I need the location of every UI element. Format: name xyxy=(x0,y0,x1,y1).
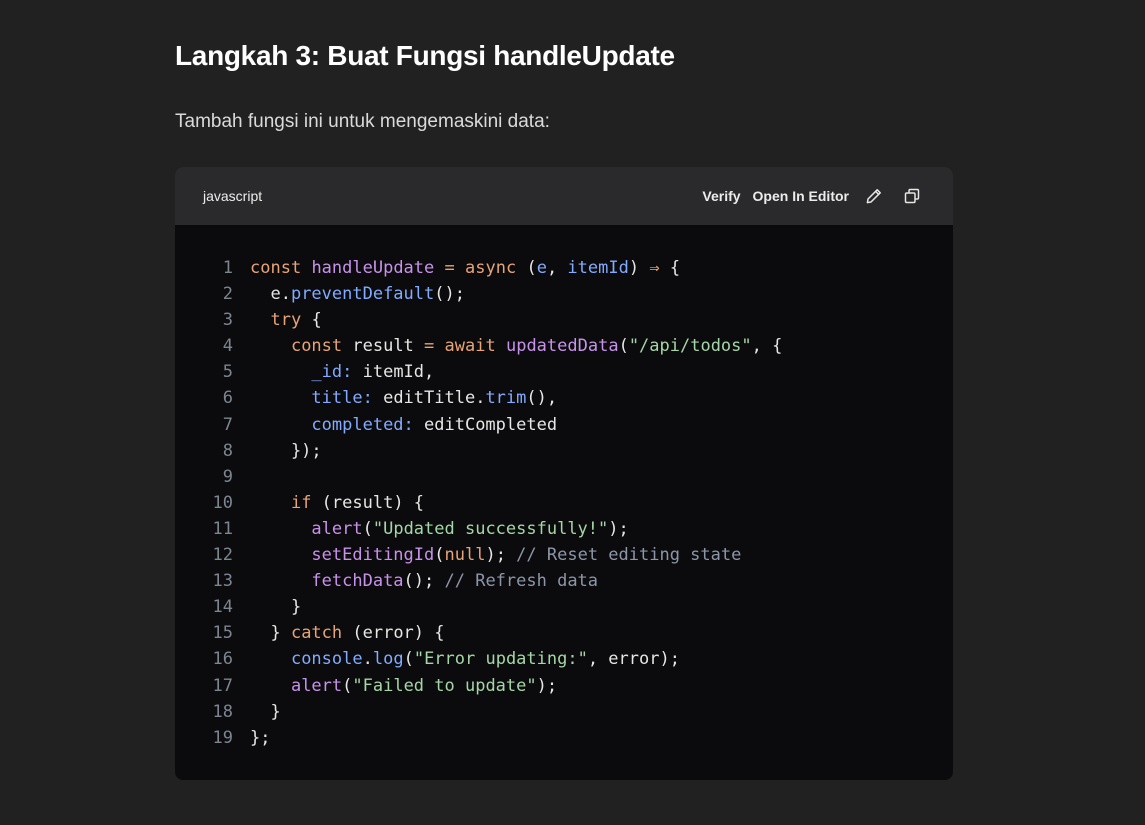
code-line: 19}; xyxy=(175,725,953,751)
code-line-text: completed: editCompleted xyxy=(311,414,558,435)
line-number: 19 xyxy=(212,727,233,748)
code-line: 2 e.preventDefault(); xyxy=(175,281,953,307)
line-number: 15 xyxy=(212,623,233,644)
code-line: 9 xyxy=(175,464,953,490)
line-number: 2 xyxy=(222,284,233,305)
copy-icon[interactable] xyxy=(899,183,925,209)
code-line-text: title: editTitle.trim(), xyxy=(311,388,558,409)
code-line-text: } xyxy=(250,597,302,618)
line-number: 6 xyxy=(222,388,233,409)
line-number: 18 xyxy=(212,701,233,722)
code-line-text: const handleUpdate = async (e, itemId) ⇒… xyxy=(250,258,681,278)
code-line: 5 _id: itemId, xyxy=(175,359,953,385)
code-line-text: try { xyxy=(270,310,322,331)
line-number: 12 xyxy=(212,545,233,566)
code-line: 10 if (result) { xyxy=(175,490,953,516)
code-line-text: console.log("Error updating:", error); xyxy=(290,649,680,670)
line-number: 5 xyxy=(222,362,233,383)
line-number: 11 xyxy=(212,518,233,539)
code-line-text: } catch (error) { xyxy=(250,623,445,644)
code-line-text: }; xyxy=(250,727,271,748)
code-line-text: e.preventDefault(); xyxy=(250,284,465,305)
code-line-text: _id: itemId, xyxy=(311,362,435,383)
code-actions: Verify Open In Editor xyxy=(690,183,925,209)
line-number: 4 xyxy=(222,336,233,357)
verify-button[interactable]: Verify xyxy=(702,188,740,204)
code-content[interactable]: 1 const handleUpdate = async (e, itemId) … xyxy=(175,225,953,751)
open-in-editor-button[interactable]: Open In Editor xyxy=(753,188,849,204)
code-block-header: javascript Verify Open In Editor xyxy=(175,167,953,225)
line-number: 16 xyxy=(212,649,233,670)
section-heading: Langkah 3: Buat Fungsi handleUpdate xyxy=(175,40,675,71)
code-language-label: javascript xyxy=(203,188,263,204)
line-number: 3 xyxy=(222,310,233,331)
code-line: 13 fetchData(); // Refresh data xyxy=(175,568,953,594)
code-line-text: fetchData(); // Refresh data xyxy=(311,571,599,592)
line-number: 1 xyxy=(222,258,233,278)
line-number: 10 xyxy=(212,492,233,513)
line-number: 17 xyxy=(212,675,233,696)
pencil-icon[interactable] xyxy=(861,183,887,209)
code-line-text: alert("Updated successfully!"); xyxy=(311,518,629,539)
code-line: 7 completed: editCompleted xyxy=(175,412,953,438)
code-line: 17 alert("Failed to update"); xyxy=(175,673,953,699)
code-line: 4 const result = await updatedData("/api… xyxy=(175,333,953,359)
code-line-text: } xyxy=(250,701,281,722)
code-line: 14 } xyxy=(175,594,953,620)
code-line-text: alert("Failed to update"); xyxy=(290,675,558,696)
code-line: 3 try { xyxy=(175,307,953,333)
code-line: 15 } catch (error) { xyxy=(175,620,953,646)
code-line-text: }); xyxy=(250,440,322,461)
line-number: 13 xyxy=(212,571,233,592)
code-line: 6 title: editTitle.trim(), xyxy=(175,385,953,411)
code-line: 16 console.log("Error updating:", error)… xyxy=(175,646,953,672)
code-line: 8 }); xyxy=(175,438,953,464)
code-line: 1 const handleUpdate = async (e, itemId) … xyxy=(175,255,953,281)
code-line-text: const result = await updatedData("/api/t… xyxy=(290,336,783,357)
code-line: 18 } xyxy=(175,699,953,725)
code-line: 12 setEditingId(null); // Reset editing … xyxy=(175,542,953,568)
code-line: 11 alert("Updated successfully!"); xyxy=(175,516,953,542)
code-block: javascript Verify Open In Editor 1 const… xyxy=(175,167,953,780)
code-line-text: setEditingId(null); // Reset editing sta… xyxy=(311,545,742,566)
instruction-text: Tambah fungsi ini untuk mengemaskini dat… xyxy=(175,111,550,132)
code-line-text: if (result) { xyxy=(290,492,425,513)
line-number: 7 xyxy=(222,414,233,435)
line-number: 8 xyxy=(222,440,233,461)
line-number: 14 xyxy=(212,597,233,618)
line-number: 9 xyxy=(222,466,233,487)
